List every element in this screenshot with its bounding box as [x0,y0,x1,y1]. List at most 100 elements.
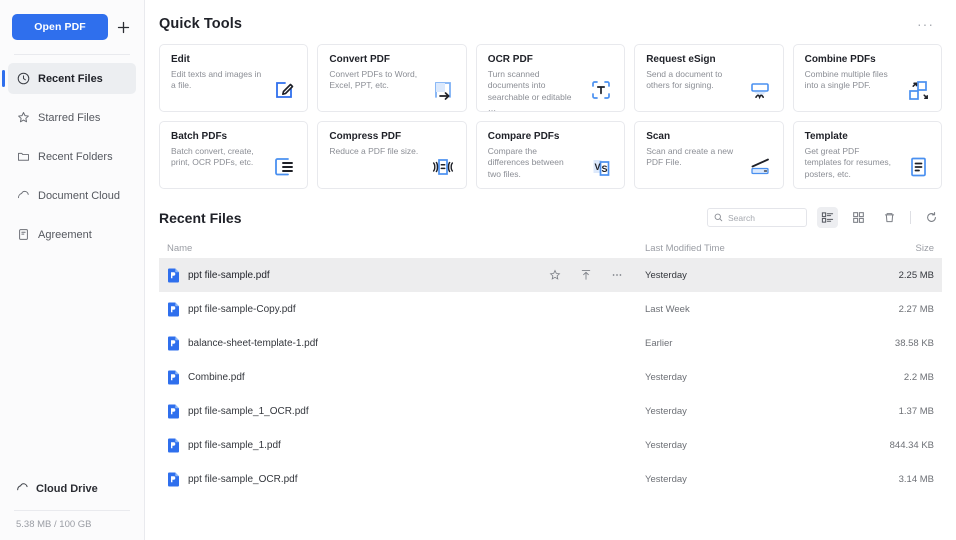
file-date-cell: Yesterday [645,439,687,451]
file-name-cell: ppt file-sample_1.pdf [167,438,645,453]
sidebar-item-agreement[interactable]: Agreement [8,219,136,250]
cloud-drive-item[interactable]: Cloud Drive [0,476,144,502]
column-header-name[interactable]: Name [167,243,645,254]
list-view-icon[interactable] [817,207,838,228]
file-size-cell: 2.25 MB [898,269,934,281]
upload-icon[interactable] [579,269,592,282]
sidebar-item-recent-folders[interactable]: Recent Folders [8,141,136,172]
file-size-cell: 38.58 KB [894,337,934,349]
tool-name: Compare PDFs [487,131,560,142]
app-window: Open PDF Recent Files Starred Files Rece… [0,0,956,540]
svg-text:V: V [595,162,601,172]
sidebar-item-label: Recent Folders [38,150,113,163]
table-row[interactable]: ppt file-sample-Copy.pdf Last Week 2.27 … [159,292,942,326]
sidebar-item-label: Starred Files [38,111,101,124]
plus-icon[interactable] [114,16,132,38]
convert-arrow-icon [428,75,458,105]
tool-name: Batch PDFs [171,131,228,142]
tool-card-edit[interactable]: Edit Edit texts and images in a file. [159,44,309,112]
cloud-icon [16,481,29,497]
table-row[interactable]: balance-sheet-template-1.pdf Earlier 38.… [159,326,942,360]
sidebar-top: Open PDF [0,0,144,40]
grid-view-icon[interactable] [848,207,869,228]
tool-desc: Send a document to others for signing. [646,69,723,91]
scanner-icon [745,152,775,182]
file-size-cell: 844.34 KB [889,439,934,451]
pdf-file-icon [167,336,180,351]
sidebar-item-label: Recent Files [38,72,103,85]
refresh-icon[interactable] [921,207,942,228]
tool-name: Combine PDFs [804,54,876,65]
tool-name: Template [804,131,848,142]
document-icon [16,228,30,242]
quick-tools-header: Quick Tools ··· [145,0,956,32]
file-date-cell: Yesterday [645,269,687,281]
table-row[interactable]: ppt file-sample.pdf Yesterday 2.25 MB [159,258,942,292]
tool-card-request-esign[interactable]: Request eSign Send a document to others … [634,44,784,112]
file-name-cell: ppt file-sample_1_OCR.pdf [167,404,645,419]
cloud-icon [16,189,30,203]
file-name-cell: ppt file-sample.pdf [167,268,548,283]
file-name-label: ppt file-sample-Copy.pdf [188,303,296,315]
search-input[interactable] [728,212,800,223]
file-name-label: ppt file-sample_1_OCR.pdf [188,405,309,417]
file-size-cell: 2.2 MB [903,371,934,383]
file-name-label: balance-sheet-template-1.pdf [188,337,319,349]
file-name-cell: ppt file-sample-Copy.pdf [167,302,645,317]
more-icon[interactable]: ··· [917,17,934,31]
sidebar-item-document-cloud[interactable]: Document Cloud [8,180,136,211]
tool-card-ocr-pdf[interactable]: OCR PDF Turn scanned documents into sear… [475,44,626,112]
trash-icon[interactable] [879,207,900,228]
file-date-cell: Last Week [645,303,690,315]
tool-card-template[interactable]: Template Get great PDF templates for res… [792,121,942,189]
sidebar-bottom: Cloud Drive 5.38 MB / 100 GB [0,476,144,540]
tool-card-compare-pdfs[interactable]: Compare PDFs Compare the differences bet… [475,121,626,189]
sidebar-item-label: Document Cloud [38,189,120,202]
tool-desc: Compare the differences between two file… [487,146,564,179]
table-row[interactable]: ppt file-sample_OCR.pdf Yesterday 3.14 M… [159,462,942,496]
tool-card-combine-pdfs[interactable]: Combine PDFs Combine multiple files into… [792,44,942,112]
table-row[interactable]: ppt file-sample_1_OCR.pdf Yesterday 1.37… [159,394,942,428]
file-size-cell: 3.14 MB [898,473,934,485]
table-row[interactable]: Combine.pdf Yesterday 2.2 MB [159,360,942,394]
column-header-size[interactable]: Size [860,243,934,254]
sidebar-divider [14,54,130,55]
storage-usage-label: 5.38 MB / 100 GB [16,519,92,530]
table-row[interactable]: ppt file-sample_1.pdf Yesterday 844.34 K… [159,428,942,462]
tool-desc: Edit texts and images in a file. [171,69,262,91]
tool-card-convert-pdf[interactable]: Convert PDF Convert PDFs to Word, Excel,… [317,44,467,112]
quick-tools-title: Quick Tools [159,16,243,32]
file-name-label: ppt file-sample_OCR.pdf [188,473,298,485]
search-input-wrapper[interactable] [707,208,807,227]
tool-card-batch-pdfs[interactable]: Batch PDFs Batch convert, create, print,… [159,121,309,189]
pdf-file-icon [167,438,180,453]
batch-pages-icon [269,152,299,182]
tool-desc: Scan and create a new PDF File. [646,146,734,168]
tool-name: Scan [646,131,671,142]
clock-icon [16,72,30,86]
sidebar-item-starred-files[interactable]: Starred Files [8,102,136,133]
tool-name: Request eSign [646,54,716,65]
tool-card-compress-pdf[interactable]: Compress PDF Reduce a PDF file size. [317,121,467,189]
tool-desc: Combine multiple files into a single PDF… [804,69,888,91]
pdf-file-icon [167,472,180,487]
recent-files-table: Name Last Modified Time Size ppt file-sa… [145,238,956,496]
file-date-cell: Yesterday [645,405,687,417]
open-pdf-button[interactable]: Open PDF [12,14,108,40]
sidebar-item-recent-files[interactable]: Recent Files [2,63,136,94]
recent-files-header: Recent Files [145,189,956,228]
recent-files-title: Recent Files [159,209,242,226]
file-name-cell: Combine.pdf [167,370,645,385]
file-name-label: ppt file-sample_1.pdf [188,439,281,451]
file-date-cell: Yesterday [645,371,687,383]
edit-pencil-icon [269,75,299,105]
sidebar: Open PDF Recent Files Starred Files Rece… [0,0,145,540]
star-icon[interactable] [548,269,561,282]
compare-vs-icon: VS [586,152,616,182]
file-size-cell: 2.27 MB [898,303,934,315]
ocr-text-icon [586,75,616,105]
more-icon[interactable] [610,269,623,282]
column-header-date[interactable]: Last Modified Time [645,243,860,254]
pdf-file-icon [167,370,180,385]
tool-card-scan[interactable]: Scan Scan and create a new PDF File. [634,121,784,189]
